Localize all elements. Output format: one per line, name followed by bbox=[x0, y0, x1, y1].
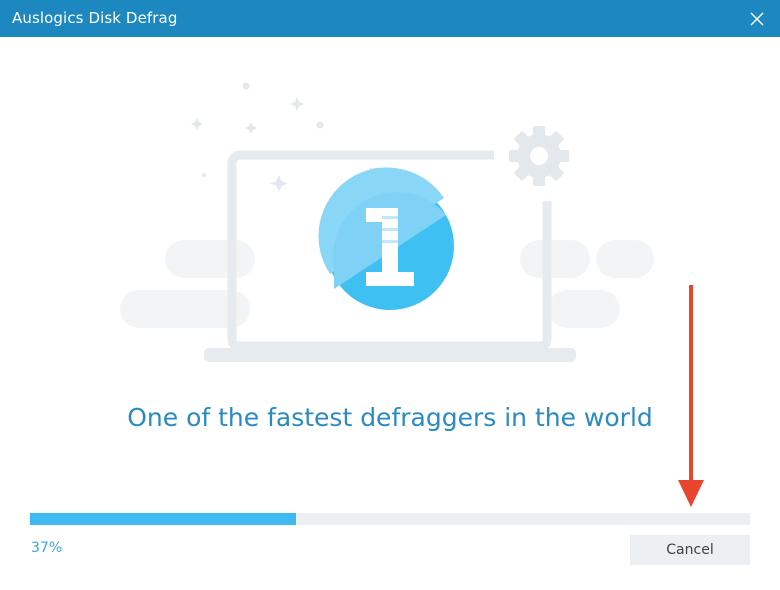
close-icon bbox=[750, 12, 764, 26]
progress-percentage: 37% bbox=[31, 540, 63, 556]
title-bar: Auslogics Disk Defrag bbox=[0, 0, 780, 37]
number-one-badge-icon bbox=[318, 167, 454, 310]
gear-icon bbox=[509, 126, 569, 186]
progress-bar-fill bbox=[30, 513, 297, 525]
close-button[interactable] bbox=[744, 6, 770, 32]
progress-bar bbox=[30, 513, 750, 525]
tagline: One of the fastest defraggers in the wor… bbox=[127, 403, 653, 432]
sparkle-icon bbox=[191, 82, 324, 192]
hero-illustration bbox=[120, 82, 654, 362]
cancel-button[interactable]: Cancel bbox=[630, 535, 750, 565]
window-title: Auslogics Disk Defrag bbox=[12, 9, 178, 27]
red-arrow-down-icon bbox=[678, 285, 704, 507]
